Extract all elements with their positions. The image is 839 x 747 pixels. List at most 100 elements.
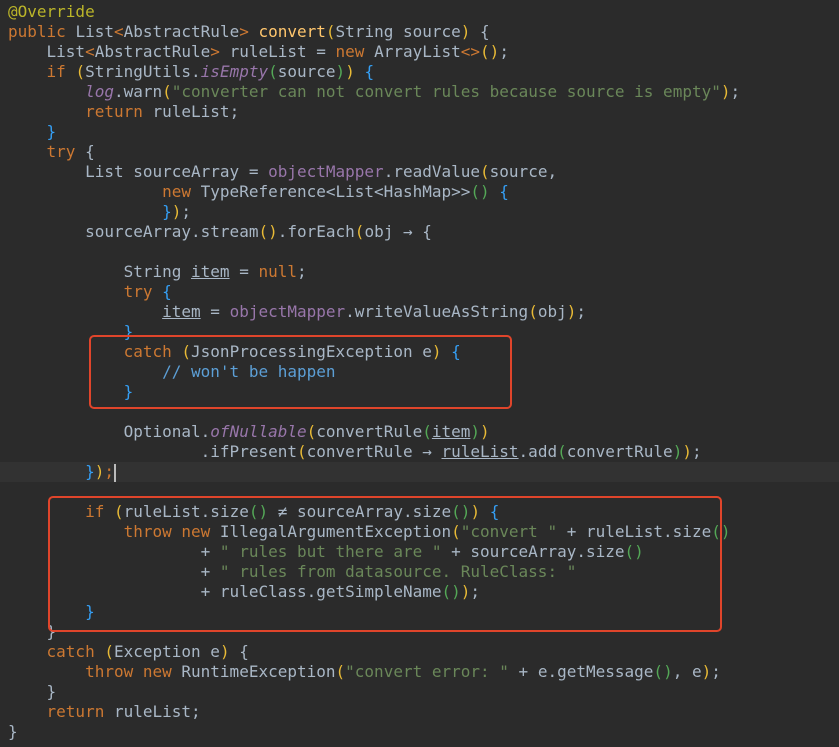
code-token: ) (701, 662, 712, 681)
code-token: return (8, 702, 114, 721)
code-line[interactable]: }); (0, 202, 839, 222)
code-token: new (8, 182, 201, 201)
code-line[interactable]: new TypeReference<List<HashMap>>() { (0, 182, 839, 202)
code-token: { (441, 342, 461, 361)
code-token: ( (451, 522, 461, 541)
code-token: } (8, 122, 57, 141)
code-line[interactable]: item = objectMapper.writeValueAsString(o… (0, 302, 839, 322)
code-line[interactable]: + " rules but there are " + sourceArray.… (0, 542, 839, 562)
code-line[interactable]: .ifPresent(convertRule → ruleList.add(co… (0, 442, 839, 462)
code-line[interactable]: catch (Exception e) { (0, 642, 839, 662)
code-token: } (8, 602, 95, 621)
code-token: ) (258, 502, 269, 521)
code-token: "convert error: " (345, 662, 509, 681)
code-token: ( (528, 302, 538, 321)
code-token: sourceArray.stream (8, 222, 259, 241)
code-token: , e (672, 662, 702, 681)
code-token: ( (296, 442, 307, 461)
code-line[interactable]: + " rules from datasource. RuleClass: " (0, 562, 839, 582)
code-token: "convert " (460, 522, 558, 541)
code-line[interactable]: List<AbstractRule> ruleList = new ArrayL… (0, 42, 839, 62)
code-line[interactable]: if (StringUtils.isEmpty(source)) { (0, 62, 839, 82)
code-line[interactable]: } (0, 382, 839, 402)
code-token: objectMapper (229, 302, 346, 321)
code-token: ) (682, 442, 692, 461)
code-token: item (431, 422, 471, 441)
code-token: ; (711, 662, 721, 681)
code-token: try (8, 282, 163, 301)
code-line[interactable]: public List<AbstractRule> convert(String… (0, 22, 839, 42)
code-token: { (162, 282, 172, 301)
code-line[interactable]: return ruleList; (0, 702, 839, 722)
code-line[interactable]: } (0, 622, 839, 642)
code-token: ; (297, 262, 307, 281)
code-line[interactable]: } (0, 602, 839, 622)
code-token: ruleList (441, 442, 519, 461)
code-token: ArrayList (374, 42, 461, 61)
code-token: } (8, 322, 134, 341)
code-line[interactable] (0, 242, 839, 262)
code-token: IllegalArgumentException (219, 522, 452, 541)
code-line[interactable]: throw new RuntimeException("convert erro… (0, 662, 839, 682)
code-token: = (200, 302, 230, 321)
code-token: try (8, 142, 86, 161)
code-token: List sourceArray = (8, 162, 269, 181)
code-line[interactable]: catch (JsonProcessingException e) { (0, 342, 839, 362)
code-token: throw new (8, 662, 182, 681)
code-line[interactable]: Optional.ofNullable(convertRule(item)) (0, 422, 839, 442)
code-line[interactable]: try { (0, 142, 839, 162)
code-token: String (8, 262, 192, 281)
code-token: AbstractRule (94, 42, 211, 61)
code-token: } (8, 202, 172, 221)
code-line[interactable]: String item = null; (0, 262, 839, 282)
code-line[interactable]: } (0, 122, 839, 142)
code-line[interactable]: throw new IllegalArgumentException("conv… (0, 522, 839, 542)
code-line[interactable]: @Override (0, 2, 839, 22)
code-token: Exception e (113, 642, 220, 661)
code-token: ( (441, 582, 452, 601)
code-line[interactable]: return ruleList; (0, 102, 839, 122)
code-line[interactable] (0, 482, 839, 502)
code-token: item (191, 262, 230, 281)
code-token: ( (711, 522, 721, 541)
code-line[interactable]: }); (0, 462, 839, 482)
code-token: ( (306, 422, 317, 441)
code-token: ) (566, 302, 577, 321)
code-token: } (8, 462, 95, 481)
code-line[interactable]: // won't be happen (0, 362, 839, 382)
code-token: > (210, 42, 230, 61)
code-token: ( (451, 502, 461, 521)
code-token: ruleList; (152, 102, 240, 121)
code-token: "converter can not convert rules because… (171, 82, 721, 101)
code-token: obj (537, 302, 567, 321)
code-line[interactable]: } (0, 682, 839, 702)
code-token: = (229, 262, 259, 281)
code-token: ) (460, 22, 471, 41)
code-line[interactable]: + ruleClass.getSimpleName()); (0, 582, 839, 602)
code-line[interactable]: sourceArray.stream().forEach(obj → { (0, 222, 839, 242)
code-token: AbstractRule (123, 22, 240, 41)
code-line[interactable] (0, 402, 839, 422)
code-token: ( (75, 62, 86, 81)
text-caret (113, 463, 116, 482)
code-token: ) (460, 502, 471, 521)
code-line[interactable]: log.warn("converter can not convert rule… (0, 82, 839, 102)
code-token: " rules from datasource. RuleClass: " (219, 562, 577, 581)
code-token: List (75, 22, 114, 41)
code-token: { (229, 642, 249, 661)
code-line[interactable]: List sourceArray = objectMapper.readValu… (0, 162, 839, 182)
code-line[interactable]: if (ruleList.size() ≠ sourceArray.size()… (0, 502, 839, 522)
code-token: ( (268, 62, 278, 81)
code-line[interactable]: try { (0, 282, 839, 302)
code-token: public (8, 22, 76, 41)
code-token: // won't be happen (8, 362, 336, 381)
code-token: ( (325, 22, 336, 41)
code-line[interactable]: } (0, 722, 839, 742)
code-token: { (470, 22, 490, 41)
code-token: ( (113, 502, 124, 521)
code-line[interactable]: } (0, 322, 839, 342)
code-token: Optional. (8, 422, 211, 441)
code-editor[interactable]: @Override public List<AbstractRule> conve… (0, 2, 839, 742)
code-token: ( (480, 42, 490, 61)
